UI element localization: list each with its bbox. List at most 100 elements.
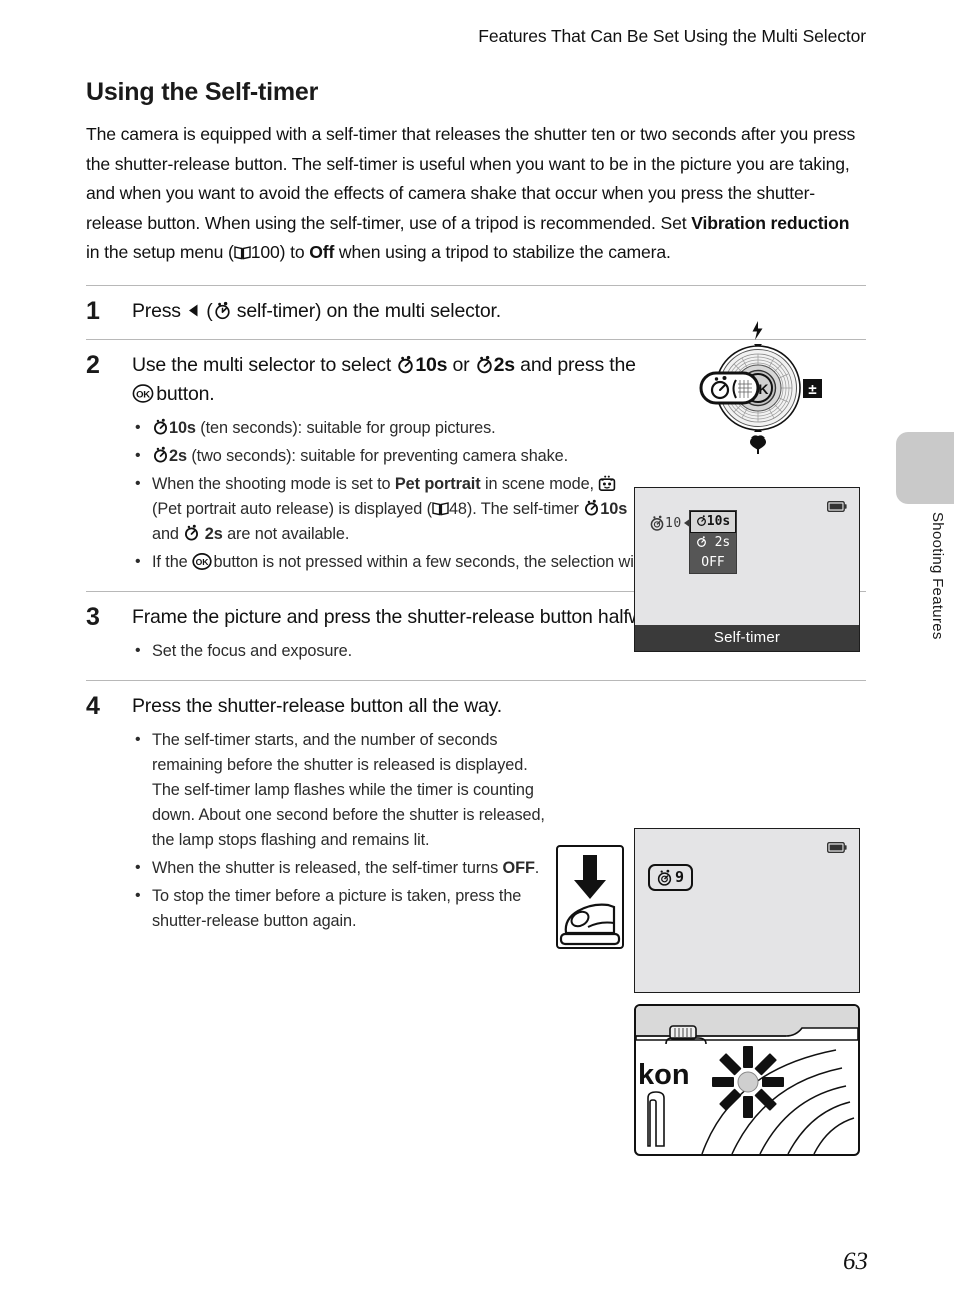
bullet-bold-2s: 2s bbox=[169, 446, 187, 465]
bullet-text-b: . bbox=[534, 858, 540, 877]
strap-lug bbox=[647, 1091, 665, 1147]
self-timer-callout bbox=[699, 371, 760, 405]
menu-option-off-label: OFF bbox=[701, 555, 725, 570]
bullet-bold-off: OFF bbox=[502, 858, 535, 877]
bullet-text: (ten seconds): suitable for group pictur… bbox=[195, 418, 496, 437]
intro-page-reference: 100 bbox=[250, 242, 280, 262]
bullet-text-c: (Pet portrait auto release) is displayed… bbox=[152, 499, 432, 518]
bullet-text: The self-timer starts, and the number of… bbox=[152, 730, 545, 849]
step-4-heading: Press the shutter-release button all the… bbox=[132, 694, 503, 717]
self-timer-icon bbox=[657, 869, 672, 886]
page-number: 63 bbox=[843, 1248, 868, 1275]
self-timer-icon bbox=[650, 515, 664, 531]
intro-paragraph: The camera is equipped with a self-timer… bbox=[86, 120, 866, 268]
down-arrow-icon bbox=[574, 855, 606, 899]
left-arrow-icon bbox=[186, 298, 201, 316]
list-item: When the shooting mode is set to Pet por… bbox=[132, 471, 637, 547]
menu-option-2s[interactable]: 2s bbox=[690, 533, 736, 553]
menu-option-10s[interactable]: 10s bbox=[690, 511, 736, 533]
self-timer-icon bbox=[696, 515, 706, 526]
step-1-body: Press ( self-timer) on the multi selecto… bbox=[132, 297, 642, 326]
step-2-heading: Use the multi selector to select 10s or … bbox=[132, 351, 637, 409]
camera-front-figure: kon bbox=[634, 1004, 860, 1156]
pet-portrait-auto-release-icon bbox=[598, 475, 616, 492]
self-timer-status-indicator: 10 bbox=[649, 515, 691, 531]
svg-text:±: ± bbox=[808, 381, 816, 398]
step-1-text-c: self-timer) on the multi selector. bbox=[231, 299, 501, 322]
shutter-press-figure bbox=[556, 845, 624, 949]
countdown-badge: 9 bbox=[648, 864, 694, 891]
macro-icon bbox=[750, 435, 766, 454]
countdown-value: 9 bbox=[675, 868, 685, 886]
battery-icon bbox=[826, 499, 847, 513]
step-2-text-c: and press the bbox=[514, 353, 636, 376]
step-2-text-d: button. bbox=[151, 382, 215, 405]
book-reference-icon bbox=[234, 240, 251, 260]
lcd-countdown: 9 bbox=[634, 828, 860, 993]
brand-logo-partial: kon bbox=[638, 1059, 690, 1091]
ok-button-icon: OK bbox=[192, 552, 212, 570]
running-header: Features That Can Be Set Using the Multi… bbox=[478, 26, 866, 46]
exposure-compensation-icon: ± bbox=[803, 379, 822, 398]
ok-button-icon: OK bbox=[132, 383, 154, 403]
step-1-text-b: ( bbox=[201, 299, 213, 322]
bullet-text: To stop the timer before a picture is ta… bbox=[152, 886, 522, 930]
chapter-thumb-label: Shooting Features bbox=[929, 512, 946, 640]
step-4-body: Press the shutter-release button all the… bbox=[132, 692, 547, 934]
lcd-self-timer-menu: 10 10s 2s OFF Self-timer bbox=[634, 487, 860, 652]
step-2-bold-2s: 2s bbox=[493, 353, 515, 376]
self-timer-option-menu: 10s 2s OFF bbox=[689, 510, 737, 574]
finger-illustration bbox=[564, 903, 616, 935]
list-item: 2s (two seconds): suitable for preventin… bbox=[132, 443, 637, 469]
menu-option-2s-label: 2s bbox=[714, 535, 731, 550]
bullet-bold-10s: 10s bbox=[600, 499, 628, 518]
battery-icon bbox=[826, 840, 847, 854]
self-timer-icon bbox=[152, 418, 169, 435]
list-item: The self-timer starts, and the number of… bbox=[132, 727, 547, 853]
list-item: When the shutter is released, the self-t… bbox=[132, 855, 547, 881]
list-item: 10s (ten seconds): suitable for group pi… bbox=[132, 415, 637, 441]
flash-icon bbox=[752, 321, 763, 340]
step-2-number: 2 bbox=[86, 350, 100, 379]
self-timer-icon bbox=[152, 446, 169, 463]
bullet-bold-10s: 10s bbox=[169, 418, 196, 437]
menu-option-off[interactable]: OFF bbox=[690, 553, 736, 573]
self-timer-icon bbox=[396, 354, 415, 373]
book-reference-icon bbox=[432, 499, 449, 515]
bullet-bold-pet-portrait: Pet portrait bbox=[394, 474, 481, 493]
self-timer-indicator-value: 10 bbox=[665, 515, 682, 531]
bullet-text: Set the focus and exposure. bbox=[152, 641, 353, 660]
manual-page: Features That Can Be Set Using the Multi… bbox=[0, 0, 954, 1314]
step-1-heading: Press ( self-timer) on the multi selecto… bbox=[132, 297, 642, 326]
bullet-text-d: ). The self-timer bbox=[466, 499, 584, 518]
self-timer-icon bbox=[583, 499, 600, 516]
svg-text:OK: OK bbox=[136, 389, 150, 400]
bullet-page-reference: 48 bbox=[448, 499, 467, 518]
bullet-text-a: When the shooting mode is set to bbox=[152, 474, 395, 493]
intro-text-part-3: ) to bbox=[279, 242, 310, 262]
bullet-text-a: If the bbox=[152, 552, 193, 571]
chapter-thumb-tab bbox=[896, 432, 954, 504]
svg-text:OK: OK bbox=[196, 557, 210, 567]
step-4-bullet-list: The self-timer starts, and the number of… bbox=[132, 727, 547, 934]
list-item: To stop the timer before a picture is ta… bbox=[132, 883, 547, 934]
bullet-text-b: in scene mode, bbox=[480, 474, 599, 493]
bullet-text: (two seconds): suitable for preventing c… bbox=[186, 446, 569, 465]
self-timer-icon bbox=[475, 354, 494, 373]
lcd-caption-bar: Self-timer bbox=[635, 625, 859, 651]
step-1-text-a: Press bbox=[132, 299, 187, 322]
step-2-text-b: or bbox=[447, 353, 475, 376]
step-2-bold-10s: 10s bbox=[415, 353, 448, 376]
self-timer-lamp-flashing bbox=[712, 1046, 784, 1118]
step-3-number: 3 bbox=[86, 602, 100, 631]
menu-option-10s-label: 10s bbox=[706, 514, 731, 529]
bullet-text-e: and bbox=[152, 524, 184, 543]
intro-bold-vibration-reduction: Vibration reduction bbox=[691, 212, 850, 233]
bullet-text-a: When the shutter is released, the self-t… bbox=[152, 858, 503, 877]
bullet-text-f: are not available. bbox=[222, 524, 350, 543]
intro-text-part-4: when using a tripod to stabilize the cam… bbox=[334, 242, 671, 262]
intro-text-part-2: in the setup menu ( bbox=[86, 242, 234, 262]
bullet-bold-2s: 2s bbox=[204, 524, 223, 543]
step-2-text-a: Use the multi selector to select bbox=[132, 353, 397, 376]
intro-bold-off: Off bbox=[309, 242, 335, 262]
